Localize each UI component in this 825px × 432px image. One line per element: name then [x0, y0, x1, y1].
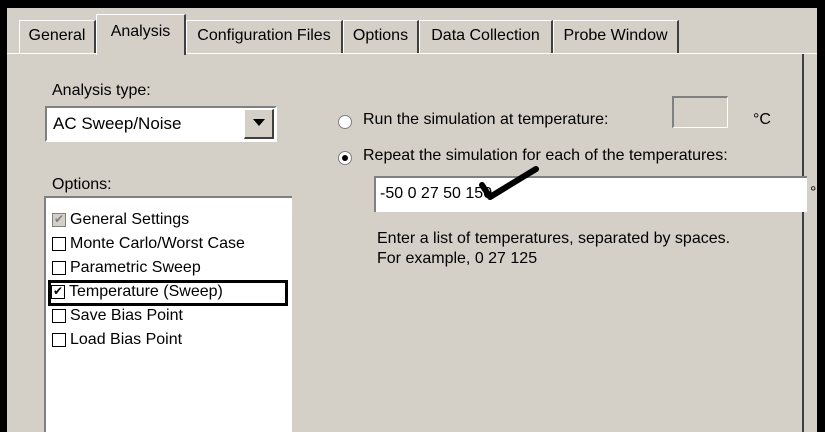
- tab-strip: General Analysis Configuration Files Opt…: [7, 8, 817, 55]
- options-label: Options:: [52, 176, 112, 193]
- checkmark-icon: [479, 166, 539, 200]
- run-at-temperature-label: Run the simulation at temperature:: [363, 111, 609, 128]
- list-item-parametric-sweep[interactable]: Parametric Sweep: [50, 258, 286, 280]
- chevron-down-icon: [253, 119, 265, 126]
- help-text-line-1: Enter a list of temperatures, separated …: [377, 230, 731, 247]
- repeat-temperatures-label: Repeat the simulation for each of the te…: [363, 147, 728, 164]
- checkbox[interactable]: ✔: [51, 284, 65, 299]
- list-item-save-bias-point[interactable]: Save Bias Point: [50, 306, 286, 328]
- list-item-label: Monte Carlo/Worst Case: [70, 235, 245, 252]
- analysis-type-dropdown[interactable]: AC Sweep/Noise: [45, 106, 277, 142]
- options-list[interactable]: ✔ General Settings Monte Carlo/Worst Cas…: [44, 196, 292, 432]
- list-item-monte-carlo[interactable]: Monte Carlo/Worst Case: [50, 234, 286, 256]
- checkbox[interactable]: ✔: [52, 212, 66, 227]
- analysis-type-label: Analysis type:: [52, 82, 151, 99]
- radio-selected-dot: [342, 155, 348, 161]
- run-at-temperature-radio[interactable]: [338, 115, 352, 129]
- checkbox[interactable]: [52, 237, 66, 251]
- screenshot-frame-top: [0, 0, 825, 8]
- panel-right-edge: [802, 53, 804, 432]
- tab-data-collection[interactable]: Data Collection: [419, 20, 553, 53]
- checkbox[interactable]: [52, 261, 66, 275]
- dropdown-button[interactable]: [244, 109, 274, 139]
- tab-configuration-files[interactable]: Configuration Files: [186, 20, 343, 53]
- tab-options[interactable]: Options: [343, 20, 419, 53]
- simulation-settings-dialog: General Analysis Configuration Files Opt…: [7, 8, 817, 432]
- checkbox[interactable]: [52, 333, 66, 347]
- screenshot-frame-right: [817, 0, 825, 432]
- list-item-label: Temperature (Sweep): [69, 283, 223, 300]
- tab-general[interactable]: General: [19, 20, 96, 53]
- analysis-type-value: AC Sweep/Noise: [53, 114, 182, 133]
- tab-analysis[interactable]: Analysis: [96, 14, 186, 55]
- screenshot-frame-left: [0, 0, 7, 432]
- temperature-unit: °C: [753, 111, 771, 128]
- temperatures-list-input[interactable]: -50 0 27 50 150: [374, 176, 807, 212]
- list-item-label: Save Bias Point: [70, 307, 183, 324]
- list-item-label: General Settings: [70, 211, 190, 228]
- list-item-load-bias-point[interactable]: Load Bias Point: [50, 330, 286, 352]
- temperatures-unit: °(: [810, 184, 817, 201]
- repeat-temperatures-radio[interactable]: [338, 151, 352, 165]
- help-text-line-2: For example, 0 27 125: [377, 250, 538, 267]
- list-item-label: Load Bias Point: [70, 331, 183, 348]
- list-item-general-settings[interactable]: ✔ General Settings: [50, 210, 286, 232]
- list-item-temperature-sweep[interactable]: ✔ Temperature (Sweep): [48, 280, 288, 306]
- list-item-label: Parametric Sweep: [70, 259, 201, 276]
- checkbox[interactable]: [52, 309, 66, 323]
- tab-probe-window[interactable]: Probe Window: [553, 20, 679, 53]
- temperature-field[interactable]: [672, 96, 728, 128]
